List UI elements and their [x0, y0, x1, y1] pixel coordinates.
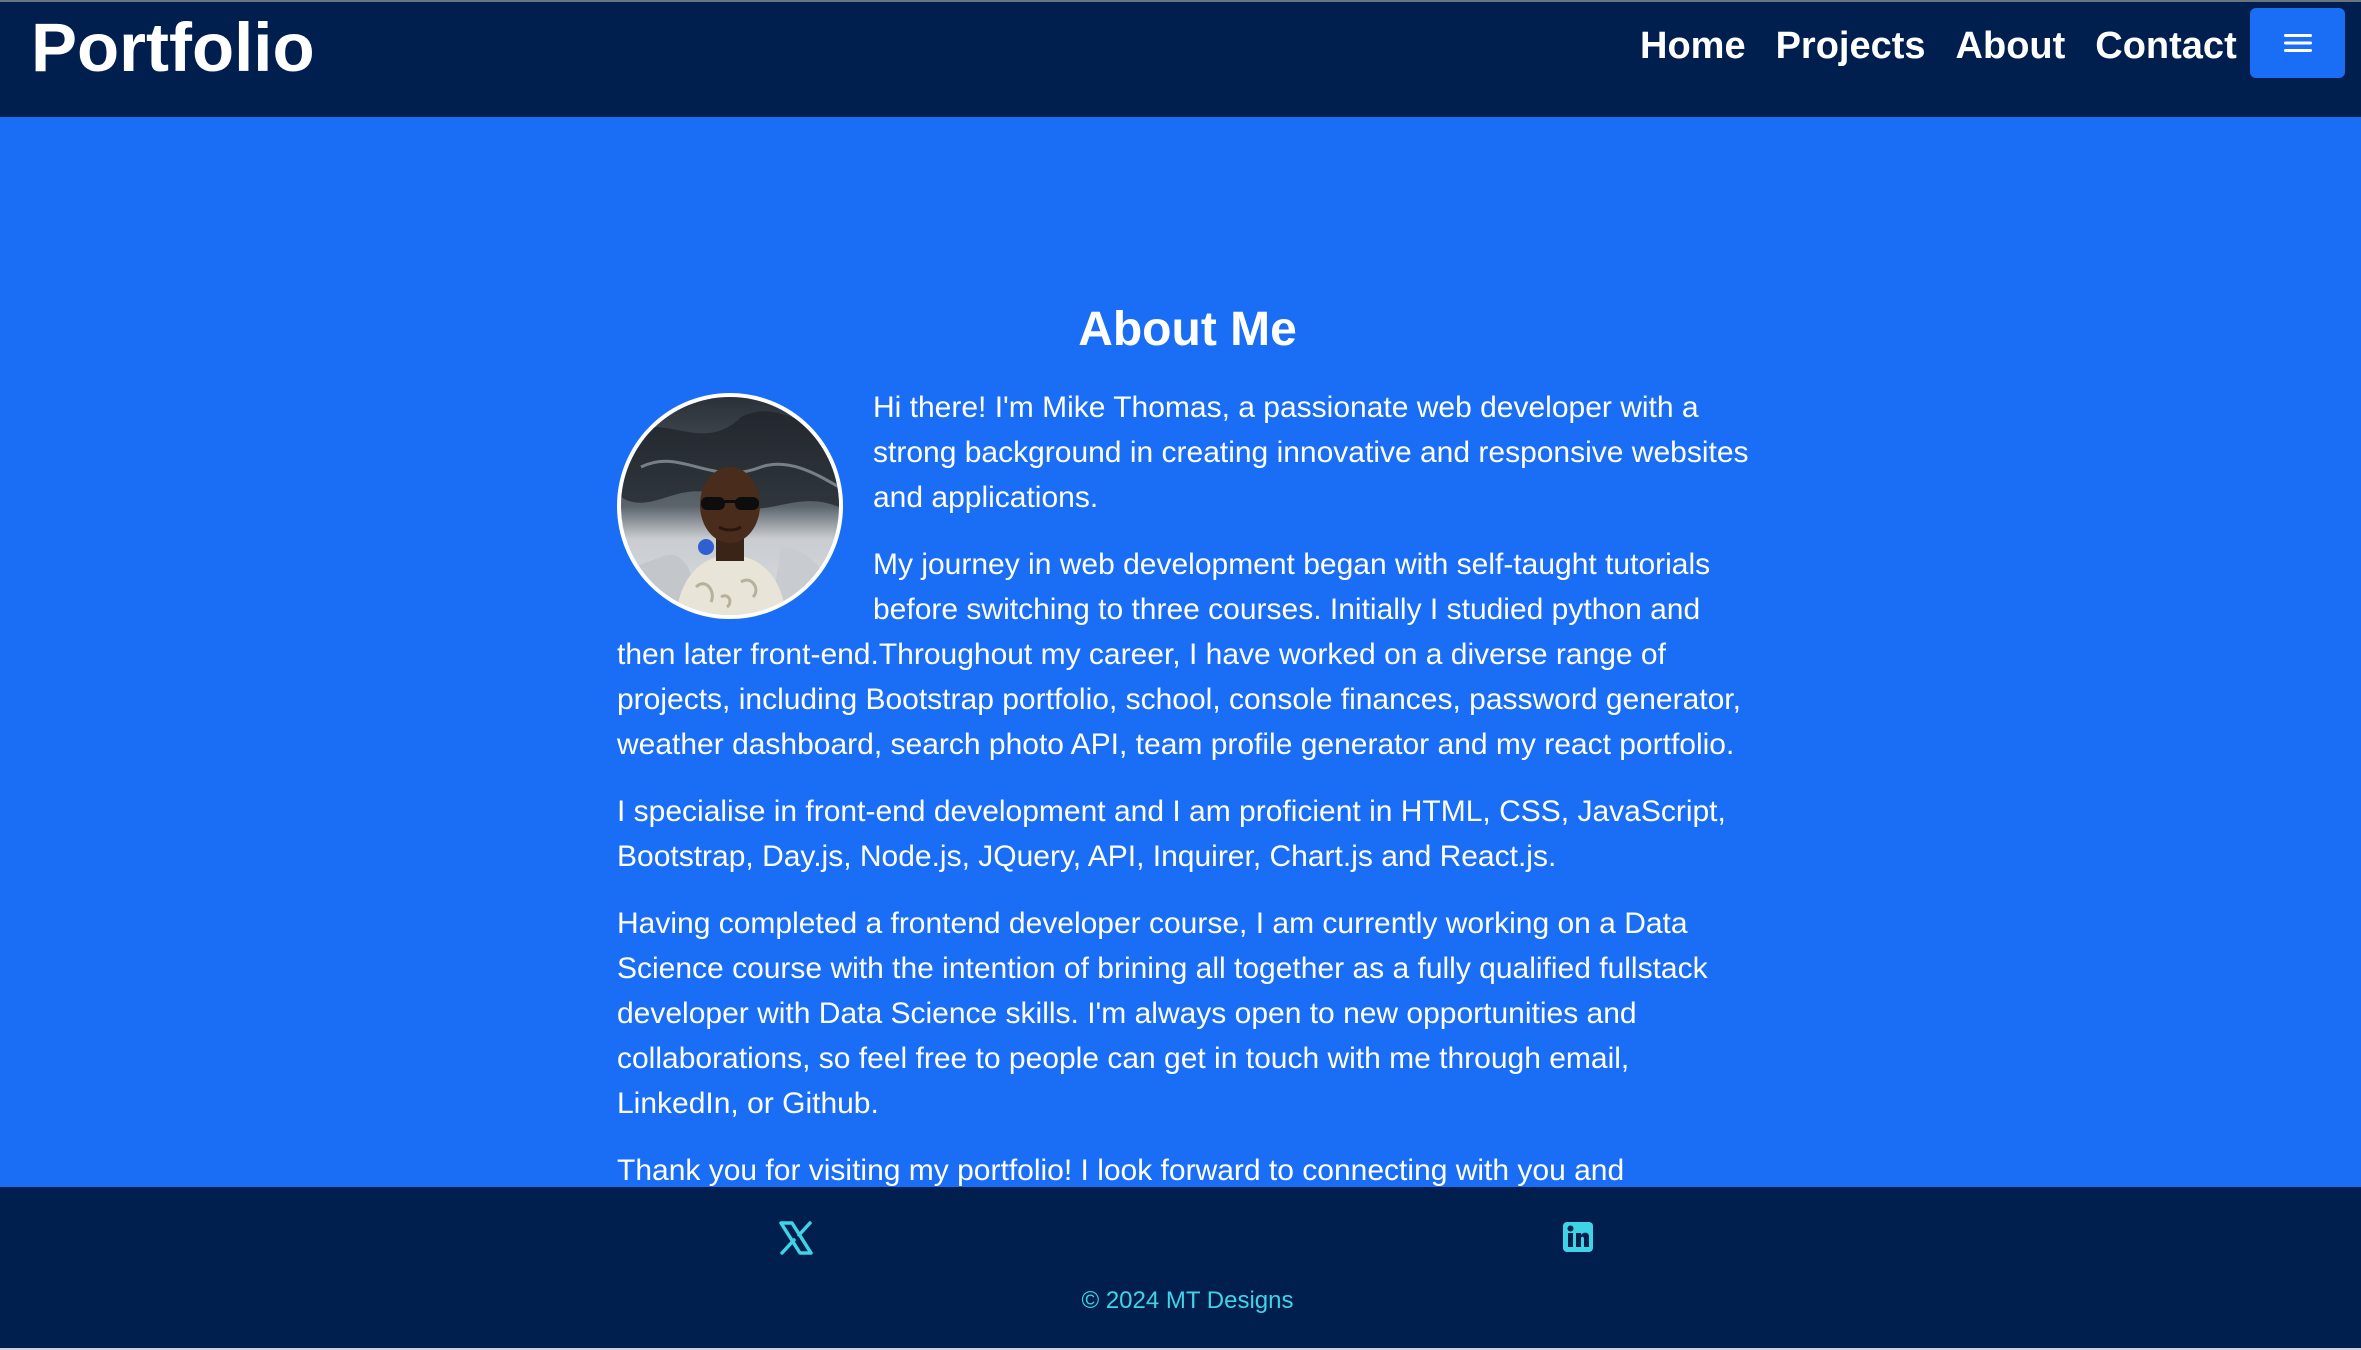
- linkedin-icon: [1563, 1222, 1593, 1252]
- about-body: Hi there! I'm Mike Thomas, a passionate …: [617, 385, 1757, 1187]
- about-paragraph-goals: Having completed a frontend developer co…: [617, 907, 1708, 1120]
- about-paragraph-skills: I specialise in front-end development an…: [617, 795, 1726, 873]
- nav-link-contact[interactable]: Contact: [2095, 25, 2236, 68]
- navbar-toggle-button[interactable]: [2250, 8, 2345, 78]
- about-section: About Me Hi there! I'm Mike Thomas, a pa…: [0, 117, 2361, 1187]
- nav-links: Home Projects About Contact: [1640, 16, 2267, 76]
- nav-link-about[interactable]: About: [1956, 25, 2066, 68]
- x-twitter-icon: [779, 1221, 813, 1255]
- hamburger-menu-icon: [2283, 34, 2312, 52]
- brand-logo[interactable]: Portfolio: [31, 8, 315, 88]
- profile-photo: [617, 393, 843, 619]
- about-title: About Me: [1078, 303, 1297, 356]
- nav-link-home[interactable]: Home: [1640, 25, 1746, 68]
- about-paragraph-thanks: Thank you for visiting my portfolio! I l…: [617, 1154, 1625, 1187]
- navbar: Portfolio Home Projects About Contact: [0, 2, 2361, 117]
- nav-link-projects[interactable]: Projects: [1776, 25, 1926, 68]
- footer: © 2024 MT Designs: [0, 1187, 2361, 1350]
- x-twitter-link[interactable]: [775, 1217, 817, 1259]
- copyright-text: © 2024 MT Designs: [1081, 1287, 1294, 1314]
- linkedin-link[interactable]: [1562, 1221, 1594, 1253]
